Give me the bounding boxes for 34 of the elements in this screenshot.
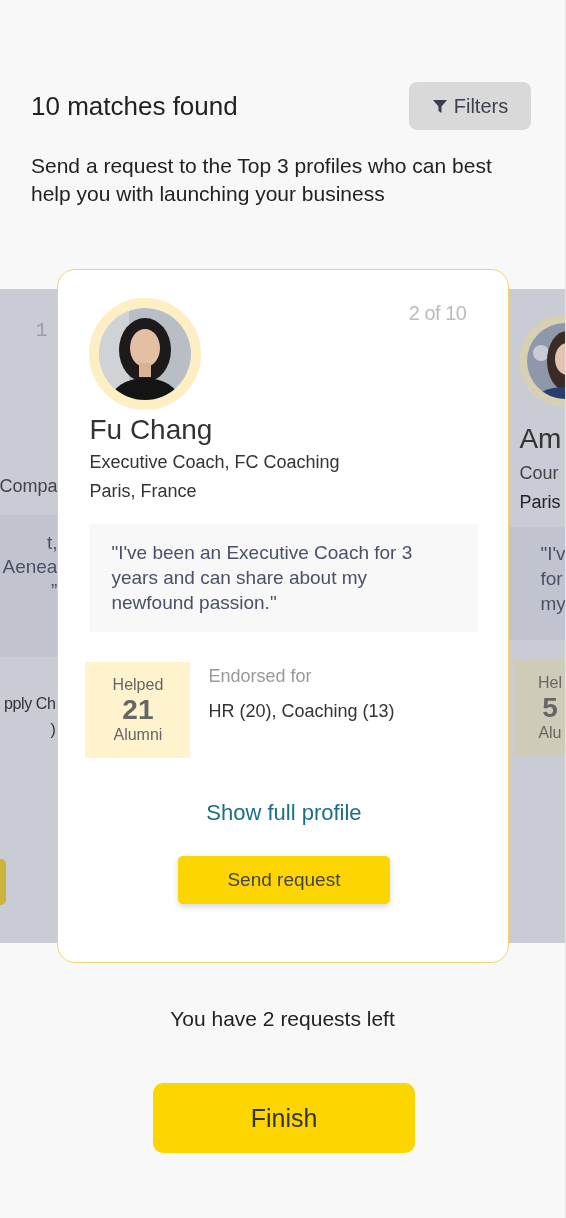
- profile-name: Fu Chang: [89, 414, 214, 446]
- send-request-button[interactable]: [0, 859, 6, 905]
- profile-location: Paris, France: [89, 481, 198, 502]
- profile-title: Executive Coach, FC Coaching: [89, 452, 341, 473]
- profile-location: Paris: [519, 492, 562, 513]
- quote-text: "I've been an Executive Coach for 3 years and can share about my newfound passion.": [111, 541, 414, 615]
- endorsed-text: ): [50, 720, 56, 740]
- results-title: 10 matches found: [31, 90, 238, 122]
- quote-text: my: [540, 592, 565, 616]
- show-profile-link[interactable]: Show full profile: [206, 800, 362, 826]
- endorsed-label: Endorsed for: [208, 666, 313, 687]
- quote-text: t,: [46, 531, 58, 555]
- intro-text: Send a request to the Top 3 profiles who can best help you with launching your business: [31, 153, 493, 207]
- filter-icon: [431, 98, 448, 114]
- helped-count: 5: [542, 691, 558, 724]
- card-counter: 2 of 10: [408, 302, 467, 325]
- quote-text: "I'v: [540, 542, 565, 566]
- quote-text: ”: [51, 579, 58, 603]
- alumni-label: Alumni: [113, 726, 163, 744]
- profile-subtitle: Compa: [0, 476, 58, 497]
- helped-count: 21: [122, 694, 154, 726]
- requests-left-text: You have 2 requests left: [169, 1007, 396, 1031]
- quote-text: for: [540, 567, 564, 591]
- filters-button[interactable]: Filters: [409, 82, 531, 130]
- alumni-label: Alu: [538, 723, 562, 742]
- helped-label: Helped: [112, 676, 164, 694]
- quote-text: Aenea: [2, 555, 58, 579]
- finish-button[interactable]: Finish: [153, 1083, 415, 1153]
- endorsed-value: HR (20), Coaching (13): [208, 701, 395, 722]
- helped-label: Hel: [537, 673, 562, 692]
- profile-name: Am: [519, 423, 563, 455]
- profile-title: Cour: [519, 463, 560, 484]
- endorsed-text: pply Ch: [4, 694, 56, 714]
- send-request-button[interactable]: Send request: [177, 856, 390, 904]
